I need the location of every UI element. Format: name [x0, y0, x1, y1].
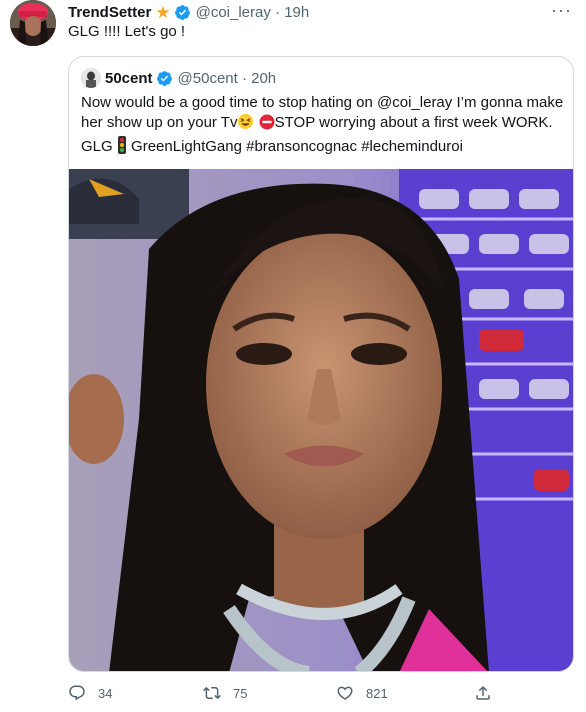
- tweet-text: GLG !!!! Let's go !: [68, 23, 186, 40]
- like-button[interactable]: 821: [336, 684, 388, 702]
- quoted-author-avatar: [81, 68, 101, 88]
- traffic-light-icon: [117, 136, 127, 160]
- retweet-button[interactable]: 75: [203, 684, 247, 702]
- like-icon: [337, 686, 353, 700]
- verified-icon: [174, 4, 191, 21]
- stop-sign-icon: [259, 114, 275, 136]
- quoted-tweet[interactable]: 50cent @50cent · 20h Now would be a good…: [68, 56, 574, 672]
- tweet-header: TrendSetter ★ @coi_leray · 19h: [68, 2, 309, 22]
- quoted-tweet-text: Now would be a good time to stop hating …: [81, 93, 567, 160]
- verified-icon: [156, 70, 173, 87]
- like-count: 821: [366, 685, 388, 701]
- quoted-tweet-photo[interactable]: [69, 169, 573, 671]
- share-icon: [476, 685, 490, 700]
- quoted-author-handle-time: @50cent · 20h: [177, 69, 277, 87]
- reply-button[interactable]: 34: [68, 684, 112, 702]
- author-name[interactable]: TrendSetter: [68, 4, 151, 21]
- quoted-tweet-header: 50cent @50cent · 20h: [81, 68, 276, 88]
- quoted-author-name: 50cent: [105, 69, 153, 87]
- more-icon[interactable]: ···: [551, 0, 572, 21]
- retweet-count: 75: [233, 685, 248, 701]
- author-avatar[interactable]: [10, 0, 56, 46]
- author-handle-time[interactable]: @coi_leray · 19h: [196, 4, 310, 21]
- star-icon: ★: [155, 2, 171, 22]
- tweet-actions: 34 75 821: [68, 684, 508, 706]
- share-button[interactable]: [474, 684, 504, 702]
- retweet-icon: [203, 686, 221, 700]
- reply-count: 34: [98, 685, 113, 701]
- reply-icon: [69, 685, 85, 701]
- laughing-emoji-icon: [237, 113, 254, 136]
- quoted-text-part-3: GreenLightGang #bransoncognac #lechemind…: [131, 138, 463, 155]
